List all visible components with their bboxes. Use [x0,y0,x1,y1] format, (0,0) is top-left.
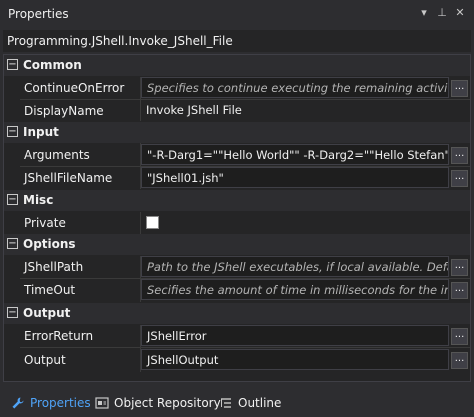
repository-icon [95,397,109,409]
tab-label: Properties [30,396,91,410]
property-row-timeout[interactable]: TimeOut Secifies the amount of time in m… [4,278,470,301]
property-name: JShellFileName [24,171,113,185]
dropdown-icon[interactable]: ▾ [418,7,430,19]
ellipsis-button[interactable]: ... [451,259,468,276]
ellipsis-button[interactable]: ... [451,80,468,97]
collapse-icon[interactable]: − [7,59,18,70]
property-row-output[interactable]: Output JShellOutput ... [4,348,470,371]
arguments-field[interactable]: "-R-Darg1=""Hello World"" -R-Darg2=""Hel… [141,144,449,165]
category-label: Misc [23,193,54,207]
private-checkbox[interactable] [146,216,159,229]
panel-titlebar: Properties ▾ ⊥ ✕ [0,0,474,28]
bottom-tab-strip: Properties Object Repository Outline [0,389,474,417]
property-row-errorreturn[interactable]: ErrorReturn JShellError ... [4,324,470,347]
wrench-icon [12,397,24,409]
property-row-displayname[interactable]: DisplayName Invoke JShell File [4,99,470,122]
property-row-continueonerror[interactable]: ContinueOnError Specifies to continue ex… [4,76,470,99]
timeout-field[interactable]: Secifies the amount of time in milliseco… [141,279,449,300]
category-label: Output [23,306,71,320]
category-options[interactable]: − Options [4,234,470,255]
errorreturn-field[interactable]: JShellError [141,325,449,346]
property-grid: − Common ContinueOnError Specifies to co… [3,54,471,382]
tab-label: Object Repository [114,396,221,410]
collapse-icon[interactable]: − [7,307,18,318]
panel-title: Properties [8,7,69,21]
output-field[interactable]: JShellOutput [141,349,449,370]
property-row-private[interactable]: Private [4,211,470,234]
category-label: Input [23,125,59,139]
category-common[interactable]: − Common [4,55,470,76]
property-row-jshellpath[interactable]: JShellPath Path to the JShell executable… [4,255,470,278]
property-name: Private [24,216,66,230]
property-row-arguments[interactable]: Arguments "-R-Darg1=""Hello World"" -R-D… [4,143,470,166]
ellipsis-button[interactable]: ... [451,147,468,164]
category-output[interactable]: − Output [4,303,470,324]
ellipsis-button[interactable]: ... [451,282,468,299]
category-input[interactable]: − Input [4,122,470,143]
selected-object-name: Programming.JShell.Invoke_JShell_File [3,30,471,52]
pin-icon[interactable]: ⊥ [436,7,448,19]
category-misc[interactable]: − Misc [4,190,470,211]
tab-outline[interactable]: Outline [216,393,284,413]
property-name: DisplayName [24,104,104,118]
tab-object-repository[interactable]: Object Repository [92,393,224,413]
collapse-icon[interactable]: − [7,126,18,137]
continueonerror-field[interactable]: Specifies to continue executing the rema… [141,77,449,98]
property-name: ContinueOnError [24,81,125,95]
category-label: Options [23,237,76,251]
ellipsis-button[interactable]: ... [451,328,468,345]
ellipsis-button[interactable]: ... [451,170,468,187]
property-name: ErrorReturn [24,329,94,343]
jshellfilename-field[interactable]: "JShell01.jsh" [141,167,449,188]
category-label: Common [23,58,82,72]
panel-controls: ▾ ⊥ ✕ [418,7,466,19]
displayname-field[interactable]: Invoke JShell File [141,100,449,121]
tab-label: Outline [238,396,282,410]
jshellpath-field[interactable]: Path to the JShell executables, if local… [141,256,449,277]
close-icon[interactable]: ✕ [454,7,466,19]
property-name: Arguments [24,148,90,162]
property-row-jshellfilename[interactable]: JShellFileName "JShell01.jsh" ... [4,166,470,189]
collapse-icon[interactable]: − [7,194,18,205]
outline-icon [221,398,231,408]
property-name: TimeOut [24,283,76,297]
tab-properties[interactable]: Properties [8,393,94,413]
property-name: Output [24,353,66,367]
collapse-icon[interactable]: − [7,238,18,249]
ellipsis-button[interactable]: ... [451,352,468,369]
property-name: JShellPath [24,260,84,274]
